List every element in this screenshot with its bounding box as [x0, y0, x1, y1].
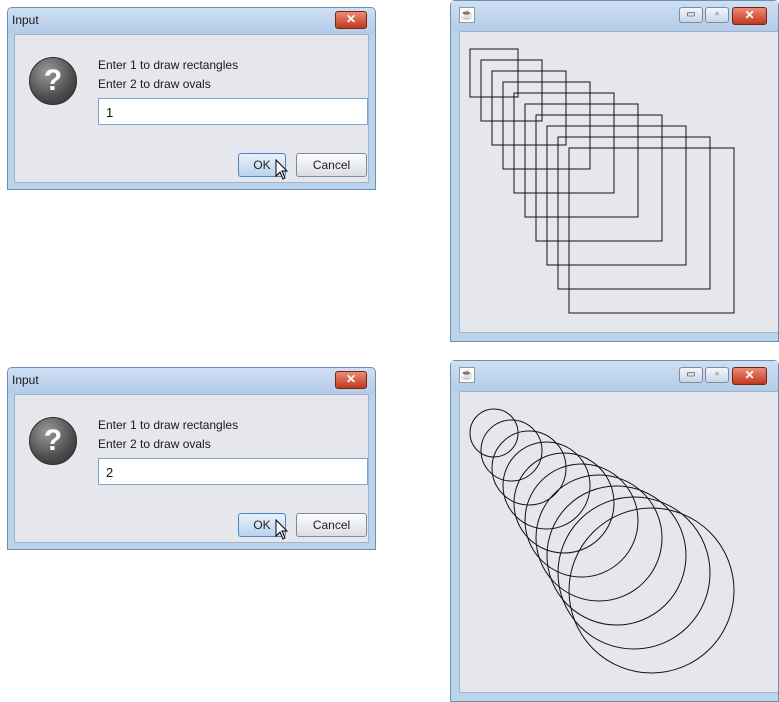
rectangle-shape: [480, 59, 543, 122]
dialog-title-bar[interactable]: Input ✕: [8, 8, 375, 34]
input-dialog-rectangles: Input ✕ ? Enter 1 to draw rectangles Ent…: [7, 7, 376, 190]
rectangle-shape: [568, 147, 735, 314]
mouse-cursor-icon: [275, 519, 289, 540]
close-button[interactable]: ✕: [732, 7, 767, 25]
oval-shape: [568, 507, 735, 674]
oval-shape: [480, 419, 543, 482]
java-cup-icon: ☕: [459, 7, 475, 23]
question-icon: ?: [29, 57, 77, 105]
maximize-button[interactable]: ▫: [705, 367, 729, 383]
rectangle-shape: [535, 114, 663, 242]
message-line-1: Enter 1 to draw rectangles: [98, 418, 239, 432]
rectangle-shape: [557, 136, 711, 290]
rectangle-shape: [469, 48, 519, 98]
close-button[interactable]: ✕: [732, 367, 767, 385]
minimize-button[interactable]: ▭: [679, 7, 703, 23]
message-line-1: Enter 1 to draw rectangles: [98, 58, 239, 72]
oval-shape: [491, 430, 567, 506]
drawing-panel: [459, 31, 778, 333]
oval-shape: [524, 463, 639, 578]
maximize-button[interactable]: ▫: [705, 7, 729, 23]
oval-shape: [469, 408, 519, 458]
oval-shape: [513, 452, 615, 554]
input-field[interactable]: 1: [98, 98, 368, 125]
cancel-button[interactable]: Cancel: [296, 513, 367, 537]
rectangle-shape: [513, 92, 615, 194]
dialog-title: Input: [12, 373, 39, 387]
java-cup-icon: ☕: [459, 367, 475, 383]
close-button[interactable]: ✕: [335, 11, 367, 29]
oval-shape: [557, 496, 711, 650]
cancel-button[interactable]: Cancel: [296, 153, 367, 177]
rectangle-shape: [546, 125, 687, 266]
minimize-button[interactable]: ▭: [679, 367, 703, 383]
dialog-body: ? Enter 1 to draw rectangles Enter 2 to …: [14, 34, 369, 183]
output-window-rectangles: ☕ ▭ ▫ ✕: [450, 0, 779, 342]
output-window-ovals: ☕ ▭ ▫ ✕: [450, 360, 779, 702]
window-title-bar[interactable]: ☕ ▭ ▫ ✕: [451, 1, 778, 31]
oval-shape: [546, 485, 687, 626]
window-title-bar[interactable]: ☕ ▭ ▫ ✕: [451, 361, 778, 391]
dialog-body: ? Enter 1 to draw rectangles Enter 2 to …: [14, 394, 369, 543]
close-button[interactable]: ✕: [335, 371, 367, 389]
rectangles-canvas: [469, 48, 735, 314]
input-field[interactable]: 2: [98, 458, 368, 485]
drawing-panel: [459, 391, 778, 693]
question-icon: ?: [29, 417, 77, 465]
dialog-title-bar[interactable]: Input ✕: [8, 368, 375, 394]
ovals-canvas: [469, 408, 735, 674]
message-line-2: Enter 2 to draw ovals: [98, 77, 211, 91]
input-dialog-ovals: Input ✕ ? Enter 1 to draw rectangles Ent…: [7, 367, 376, 550]
dialog-title: Input: [12, 13, 39, 27]
message-line-2: Enter 2 to draw ovals: [98, 437, 211, 451]
mouse-cursor-icon: [275, 159, 289, 180]
